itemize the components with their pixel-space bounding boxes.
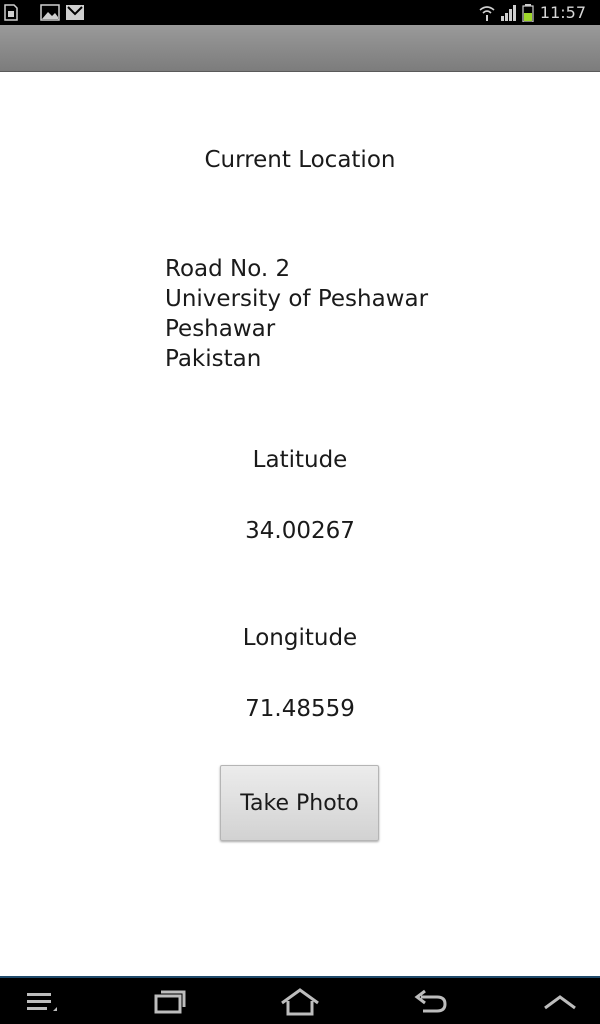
image-icon	[40, 4, 60, 25]
address-line-2: University of Peshawar	[165, 286, 429, 312]
longitude-label: Longitude	[242, 625, 358, 651]
address-line-4: Pakistan	[165, 346, 262, 372]
signal-icon	[500, 4, 518, 25]
latitude-label: Latitude	[252, 447, 348, 473]
take-photo-button[interactable]: Take Photo	[220, 765, 379, 841]
status-bar: 11:57	[0, 0, 600, 25]
back-icon[interactable]	[400, 982, 460, 1022]
address-line-1: Road No. 2	[165, 256, 291, 282]
navigation-bar	[0, 976, 600, 1024]
address-block: Road No. 2 University of Peshawar Peshaw…	[165, 254, 428, 374]
status-time: 11:57	[539, 3, 586, 22]
battery-icon	[522, 4, 534, 26]
sd-card-icon	[4, 4, 18, 25]
current-location-label: Current Location	[204, 147, 396, 173]
home-icon[interactable]	[270, 982, 330, 1022]
up-chevron-icon[interactable]	[530, 982, 590, 1022]
recent-apps-icon[interactable]	[140, 982, 200, 1022]
action-bar	[0, 25, 600, 72]
wifi-icon	[478, 4, 496, 25]
longitude-value: 71.48559	[245, 696, 355, 722]
latitude-value: 34.00267	[245, 518, 355, 544]
main-content: Current Location Road No. 2 University o…	[0, 72, 600, 976]
menu-icon[interactable]	[12, 982, 72, 1022]
address-line-3: Peshawar	[165, 316, 276, 342]
gmail-icon	[65, 4, 85, 25]
